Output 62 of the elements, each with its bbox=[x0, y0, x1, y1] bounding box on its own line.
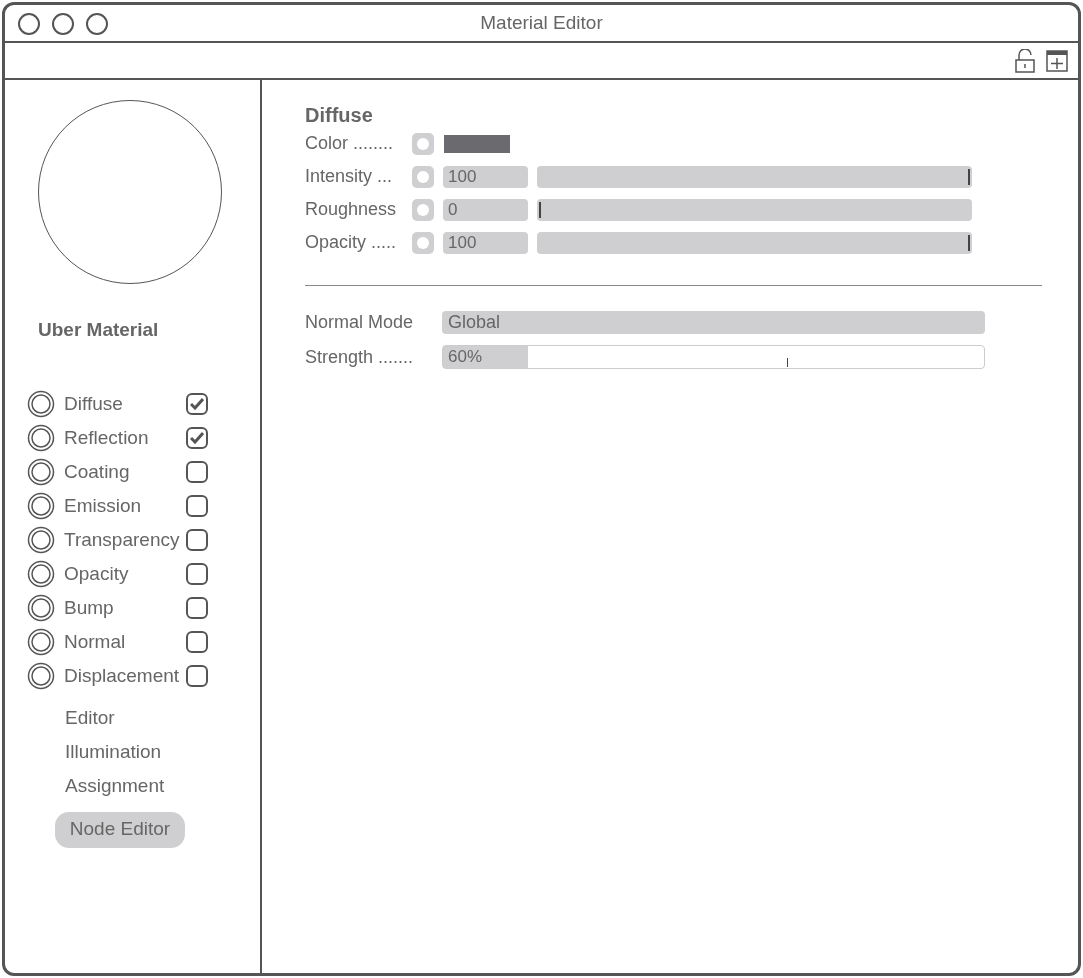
property-label: Intensity ... bbox=[305, 165, 394, 188]
strength-value: 60% bbox=[443, 346, 528, 368]
channel-label: Transparency bbox=[64, 527, 181, 552]
slider-track[interactable] bbox=[537, 165, 972, 188]
channel-label: Normal bbox=[64, 629, 127, 654]
section-link[interactable]: Illumination bbox=[65, 737, 260, 762]
section-link[interactable]: Assignment bbox=[65, 771, 260, 796]
value-field[interactable]: 100 bbox=[443, 231, 528, 254]
link-toggle[interactable] bbox=[412, 231, 434, 254]
channel-radio-icon[interactable] bbox=[27, 492, 55, 520]
material-name: Uber Material bbox=[38, 318, 160, 342]
checkbox[interactable] bbox=[186, 665, 208, 687]
channel-label: Reflection bbox=[64, 425, 150, 450]
channel-radio-icon[interactable] bbox=[27, 424, 55, 452]
zoom-control[interactable] bbox=[86, 13, 108, 35]
link-toggle[interactable] bbox=[412, 132, 434, 155]
checkbox[interactable] bbox=[186, 631, 208, 653]
value-field[interactable]: 100 bbox=[443, 165, 528, 188]
slider-track[interactable] bbox=[537, 198, 972, 221]
value-field[interactable]: 0 bbox=[443, 198, 528, 221]
channel-label: Diffuse bbox=[64, 391, 124, 416]
slider-track[interactable] bbox=[537, 231, 972, 254]
property-label: Roughness bbox=[305, 198, 398, 221]
section-title: Diffuse bbox=[305, 103, 374, 126]
close-control[interactable] bbox=[18, 13, 40, 35]
checkmark-icon bbox=[190, 432, 204, 444]
normal-mode-dropdown[interactable]: Global bbox=[442, 310, 985, 334]
channel-label: Displacement bbox=[64, 663, 181, 688]
channel-radio-icon[interactable] bbox=[27, 628, 55, 656]
property-label: Opacity ..... bbox=[305, 231, 398, 254]
minimize-control[interactable] bbox=[52, 13, 74, 35]
channel-label: Opacity bbox=[64, 561, 130, 586]
strength-thumb[interactable] bbox=[786, 358, 789, 367]
strength-slider[interactable]: 60% bbox=[442, 345, 985, 369]
link-toggle[interactable] bbox=[412, 198, 434, 221]
checkmark-icon bbox=[190, 398, 204, 410]
checkbox[interactable] bbox=[186, 461, 208, 483]
padlock-icon[interactable] bbox=[1014, 48, 1036, 73]
section-link[interactable]: Editor bbox=[65, 703, 260, 728]
checkbox[interactable] bbox=[186, 393, 208, 415]
checkbox[interactable] bbox=[186, 427, 208, 449]
channel-radio-icon[interactable] bbox=[27, 390, 55, 418]
window-title: Material Editor bbox=[480, 10, 603, 35]
link-toggle[interactable] bbox=[412, 165, 434, 188]
color-swatch[interactable] bbox=[444, 134, 510, 153]
channel-radio-icon[interactable] bbox=[27, 458, 55, 486]
checkbox[interactable] bbox=[186, 597, 208, 619]
channel-radio-icon[interactable] bbox=[27, 594, 55, 622]
checkbox[interactable] bbox=[186, 529, 208, 551]
property-label: Normal Mode bbox=[305, 310, 415, 334]
channel-label: Coating bbox=[64, 459, 131, 484]
node-editor-button[interactable]: Node Editor bbox=[55, 811, 185, 848]
channel-radio-icon[interactable] bbox=[27, 662, 55, 690]
property-label: Color ........ bbox=[305, 132, 395, 155]
add-panel-icon[interactable] bbox=[1046, 49, 1068, 72]
channel-label: Bump bbox=[64, 595, 115, 620]
checkbox[interactable] bbox=[186, 563, 208, 585]
channel-label: Emission bbox=[64, 493, 143, 518]
property-label: Strength ....... bbox=[305, 345, 415, 369]
channel-radio-icon[interactable] bbox=[27, 526, 55, 554]
channel-radio-icon[interactable] bbox=[27, 560, 55, 588]
checkbox[interactable] bbox=[186, 495, 208, 517]
